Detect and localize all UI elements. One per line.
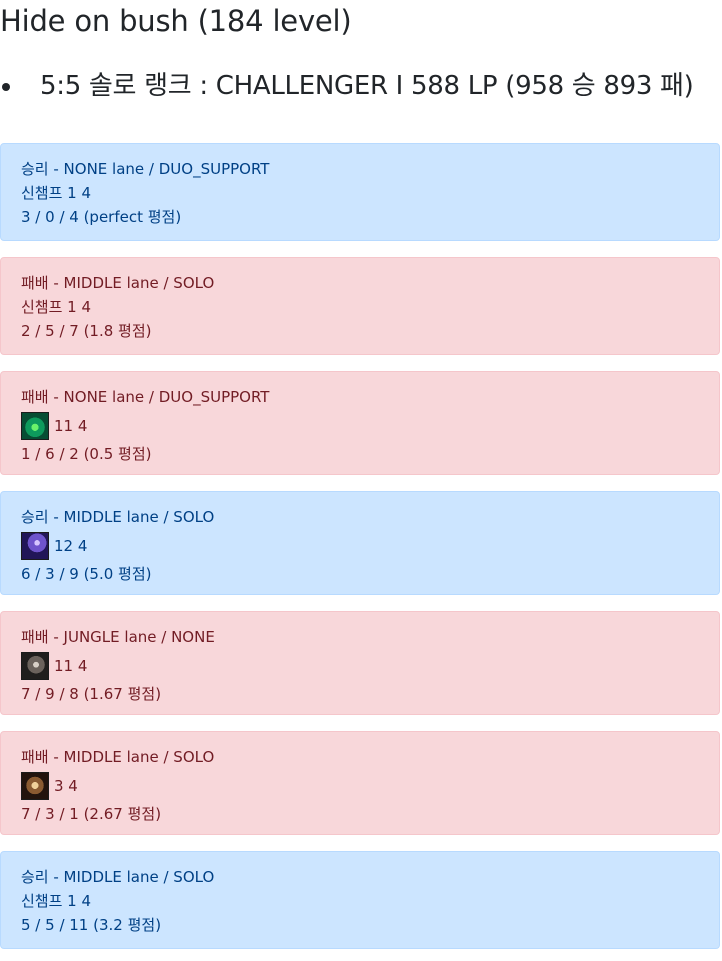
summoner-title: Hide on bush (184 level) xyxy=(0,4,352,38)
match-champion-row: 11 4 xyxy=(21,410,699,442)
match-card-4: 승리 - MIDDLE lane / SOLO 12 4 6 / 3 / 9 (… xyxy=(0,491,720,595)
match-result-line: 패배 - MIDDLE lane / SOLO xyxy=(21,274,215,292)
match-champion-text: 3 4 xyxy=(54,777,78,795)
match-result-line: 승리 - NONE lane / DUO_SUPPORT xyxy=(21,160,270,178)
champion-purple-icon xyxy=(21,532,49,560)
match-result-line: 패배 - MIDDLE lane / SOLO xyxy=(21,748,215,766)
match-result-line: 패배 - NONE lane / DUO_SUPPORT xyxy=(21,388,270,406)
match-card-2: 패배 - MIDDLE lane / SOLO 신챔프 1 4 2 / 5 / … xyxy=(0,257,720,355)
match-card-6: 패배 - MIDDLE lane / SOLO 3 4 7 / 3 / 1 (2… xyxy=(0,731,720,835)
champion-brown-icon xyxy=(21,772,49,800)
match-card-5: 패배 - JUNGLE lane / NONE 11 4 7 / 9 / 8 (… xyxy=(0,611,720,715)
match-result-line: 패배 - JUNGLE lane / NONE xyxy=(21,628,215,646)
match-kda-text: 2 / 5 / 7 (1.8 평점) xyxy=(21,322,152,340)
match-card-1: 승리 - NONE lane / DUO_SUPPORT 신챔프 1 4 3 /… xyxy=(0,143,720,241)
match-kda-text: 5 / 5 / 11 (3.2 평점) xyxy=(21,916,162,934)
match-card-3: 패배 - NONE lane / DUO_SUPPORT 11 4 1 / 6 … xyxy=(0,371,720,475)
match-result-line: 승리 - MIDDLE lane / SOLO xyxy=(21,508,215,526)
match-kda-text: 6 / 3 / 9 (5.0 평점) xyxy=(21,565,152,583)
match-result-line: 승리 - MIDDLE lane / SOLO xyxy=(21,868,215,886)
match-champion-text: 신챔프 1 4 xyxy=(21,184,92,202)
match-champion-row: 3 4 xyxy=(21,770,699,802)
list-bullet-icon xyxy=(2,83,10,91)
match-champion-row: 12 4 xyxy=(21,530,699,562)
match-kda-text: 7 / 3 / 1 (2.67 평점) xyxy=(21,805,162,823)
match-kda-text: 3 / 0 / 4 (perfect 평점) xyxy=(21,208,182,226)
solo-rank-item: 5:5 솔로 랭크 : CHALLENGER I 588 LP (958 승 8… xyxy=(0,66,694,106)
match-champion-text: 12 4 xyxy=(54,537,88,555)
match-kda-text: 1 / 6 / 2 (0.5 평점) xyxy=(21,445,152,463)
match-champion-text: 11 4 xyxy=(54,417,88,435)
summoner-match-history-page: Hide on bush (184 level) 5:5 솔로 랭크 : CHA… xyxy=(0,0,722,961)
champion-green-icon xyxy=(21,412,49,440)
match-champion-text: 신챔프 1 4 xyxy=(21,298,92,316)
match-kda-text: 7 / 9 / 8 (1.67 평점) xyxy=(21,685,162,703)
rank-list: 5:5 솔로 랭크 : CHALLENGER I 588 LP (958 승 8… xyxy=(0,66,694,106)
match-champion-text: 11 4 xyxy=(54,657,88,675)
match-champion-row: 11 4 xyxy=(21,650,699,682)
match-card-7: 승리 - MIDDLE lane / SOLO 신챔프 1 4 5 / 5 / … xyxy=(0,851,720,949)
match-champion-text: 신챔프 1 4 xyxy=(21,892,92,910)
champion-gray-icon xyxy=(21,652,49,680)
solo-rank-text: 5:5 솔로 랭크 : CHALLENGER I 588 LP (958 승 8… xyxy=(40,71,694,101)
